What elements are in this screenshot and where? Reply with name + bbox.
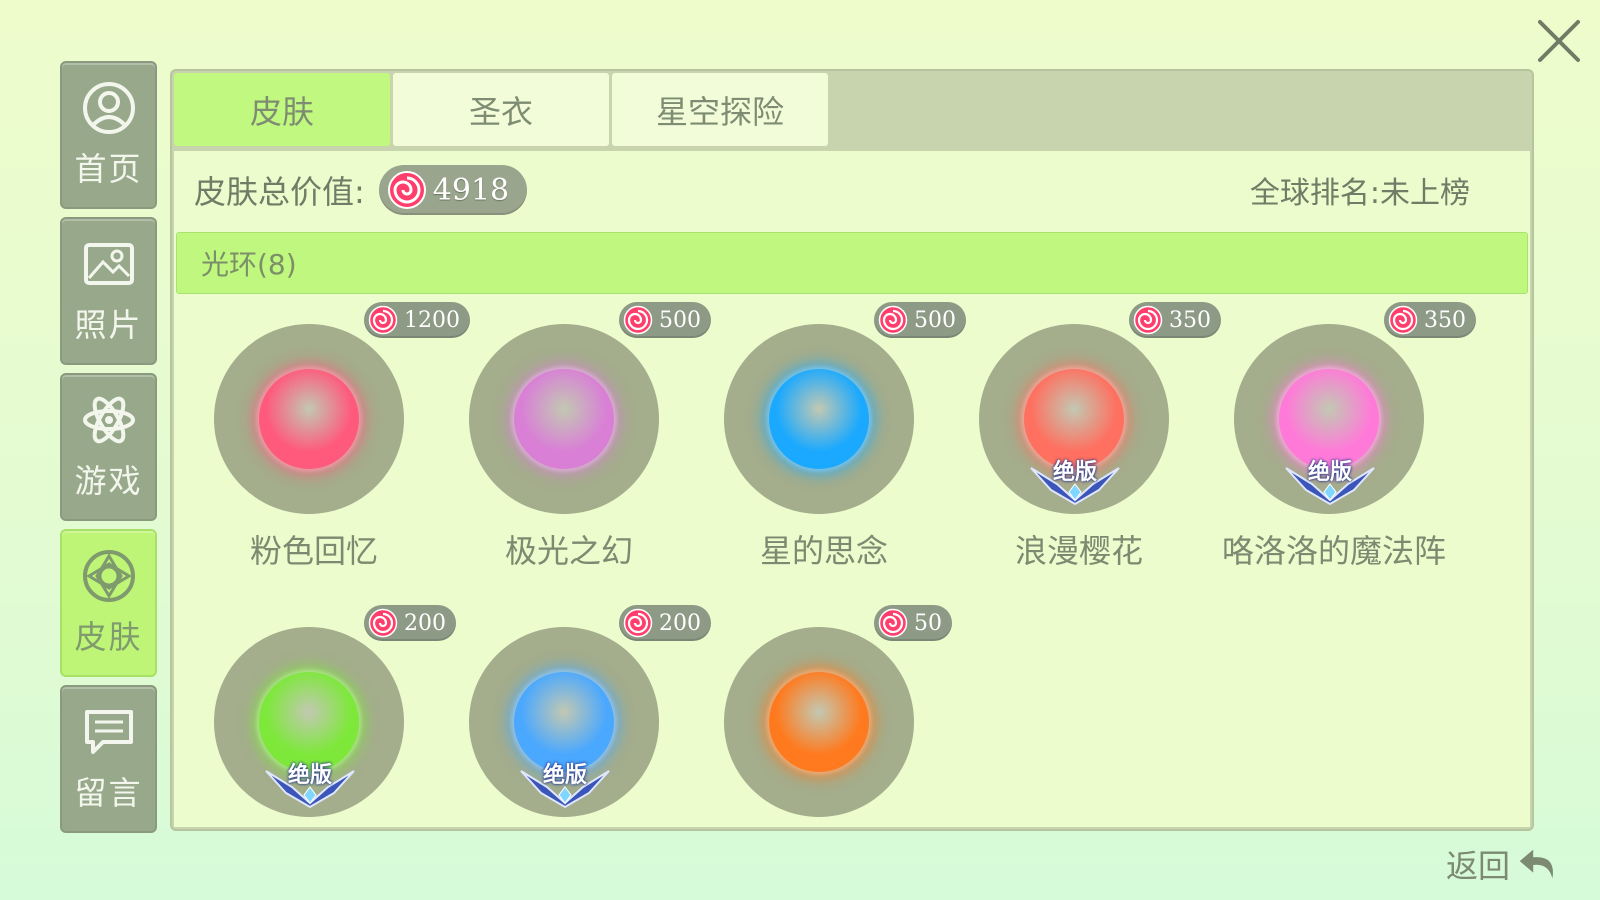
candy-coin-icon (387, 171, 426, 209)
sidebar-item-label: 照片 (74, 306, 143, 344)
atom-icon (82, 396, 135, 444)
tab-bar: 皮肤 圣衣 星空探险 (174, 73, 831, 146)
price-value: 350 (1424, 307, 1466, 333)
global-rank: 全球排名:未上榜 (1249, 176, 1470, 211)
price-value: 500 (914, 307, 956, 333)
summary-row: 皮肤总价值: 4918 全球排名:未上榜 (194, 151, 1510, 229)
skin-preview (469, 324, 659, 514)
price-pill: 500 (619, 302, 711, 338)
skin-item[interactable]: 350 绝版浪漫樱花 (959, 294, 1221, 594)
sidebar-item-games[interactable]: 游戏 (60, 373, 157, 521)
price-pill: 500 (874, 302, 966, 338)
sidebar-item-label: 游戏 (74, 462, 143, 500)
back-label: 返回 (1446, 847, 1511, 885)
sidebar-item-messages[interactable]: 留言 (60, 685, 157, 833)
candy-coin-icon (878, 608, 908, 638)
skin-preview (724, 324, 914, 514)
category-header[interactable]: 光环(8) (176, 232, 1528, 294)
limited-edition-badge: 绝版 (517, 757, 613, 809)
price-value: 350 (1169, 307, 1211, 333)
price-pill: 350 (1384, 302, 1476, 338)
price-value: 200 (659, 610, 701, 636)
skin-item[interactable]: 350 绝版咯洛洛的魔法阵 (1214, 294, 1476, 594)
skin-item[interactable]: 50 (704, 597, 952, 827)
image-icon (83, 243, 134, 285)
skin-name: 咯洛洛的魔法阵 (1221, 532, 1446, 570)
close-button[interactable] (1534, 16, 1584, 66)
badge-label: 绝版 (287, 763, 332, 788)
badge-label: 绝版 (542, 763, 587, 788)
skin-name: 星的思念 (759, 532, 888, 570)
price-pill: 50 (874, 605, 952, 641)
skin-name: 粉色回忆 (249, 532, 378, 570)
skin-item[interactable]: 500 星的思念 (704, 294, 966, 594)
back-button[interactable]: 返回 (1446, 840, 1562, 888)
total-value-pill: 4918 (378, 165, 528, 215)
tab-holy-cloth[interactable]: 圣衣 (393, 73, 609, 146)
price-pill: 200 (619, 605, 711, 641)
sidebar-item-label: 留言 (74, 774, 143, 812)
message-icon (84, 710, 133, 754)
skin-preview (724, 627, 914, 817)
undo-arrow-icon (1519, 849, 1553, 879)
candy-coin-icon (878, 305, 908, 335)
price-value: 50 (914, 610, 942, 636)
close-icon (1538, 20, 1580, 62)
candy-coin-icon (1388, 305, 1418, 335)
candy-coin-icon (623, 608, 653, 638)
sidebar-item-skins[interactable]: 皮肤 (60, 529, 157, 677)
skin-name: 极光之幻 (504, 532, 633, 570)
sidebar: 首页 照片 游戏 皮肤 留言 (60, 61, 157, 841)
badge-label: 绝版 (1307, 460, 1352, 485)
main-panel: 皮肤 圣衣 星空探险 皮肤总价值: 4918 全球排名:未上榜 光环(8) 12… (170, 69, 1534, 831)
price-value: 200 (404, 610, 446, 636)
halo-orb-icon (259, 369, 359, 469)
skin-item[interactable]: 1200 粉色回忆 (194, 294, 470, 594)
price-pill: 350 (1129, 302, 1221, 338)
star-ring-icon (82, 550, 135, 602)
limited-edition-badge: 绝版 (1027, 454, 1123, 506)
candy-coin-icon (623, 305, 653, 335)
limited-edition-badge: 绝版 (262, 757, 358, 809)
total-value: 4918 (432, 172, 510, 208)
tab-star-adventure[interactable]: 星空探险 (612, 73, 828, 146)
user-circle-icon (82, 82, 135, 134)
price-value: 500 (659, 307, 701, 333)
halo-orb-icon (769, 369, 869, 469)
skin-grid: 1200 粉色回忆 500 极光之幻 500 星的思念 350 绝版 浪漫樱花 350 绝版 咯洛洛的… (174, 294, 1530, 827)
skin-item[interactable]: 200 绝版 (194, 597, 456, 827)
tab-skins[interactable]: 皮肤 (174, 73, 390, 146)
candy-coin-icon (368, 608, 398, 638)
sidebar-item-home[interactable]: 首页 (60, 61, 157, 209)
skin-preview (214, 324, 404, 514)
skins-content: 皮肤总价值: 4918 全球排名:未上榜 光环(8) 1200 粉色回忆 500 极光… (174, 151, 1530, 827)
halo-orb-icon (769, 672, 869, 772)
candy-coin-icon (368, 305, 398, 335)
sidebar-item-label: 首页 (74, 150, 143, 188)
price-pill: 200 (364, 605, 456, 641)
category-label: 光环(8) (201, 248, 297, 281)
sidebar-item-photos[interactable]: 照片 (60, 217, 157, 365)
sidebar-item-label: 皮肤 (74, 618, 143, 656)
candy-coin-icon (1133, 305, 1163, 335)
skin-item[interactable]: 200 绝版 (449, 597, 711, 827)
skin-item[interactable]: 500 极光之幻 (449, 294, 711, 594)
skin-name: 浪漫樱花 (1014, 532, 1143, 570)
halo-orb-icon (514, 369, 614, 469)
total-value-label: 皮肤总价值: (194, 173, 365, 211)
badge-label: 绝版 (1052, 460, 1097, 485)
limited-edition-badge: 绝版 (1282, 454, 1378, 506)
